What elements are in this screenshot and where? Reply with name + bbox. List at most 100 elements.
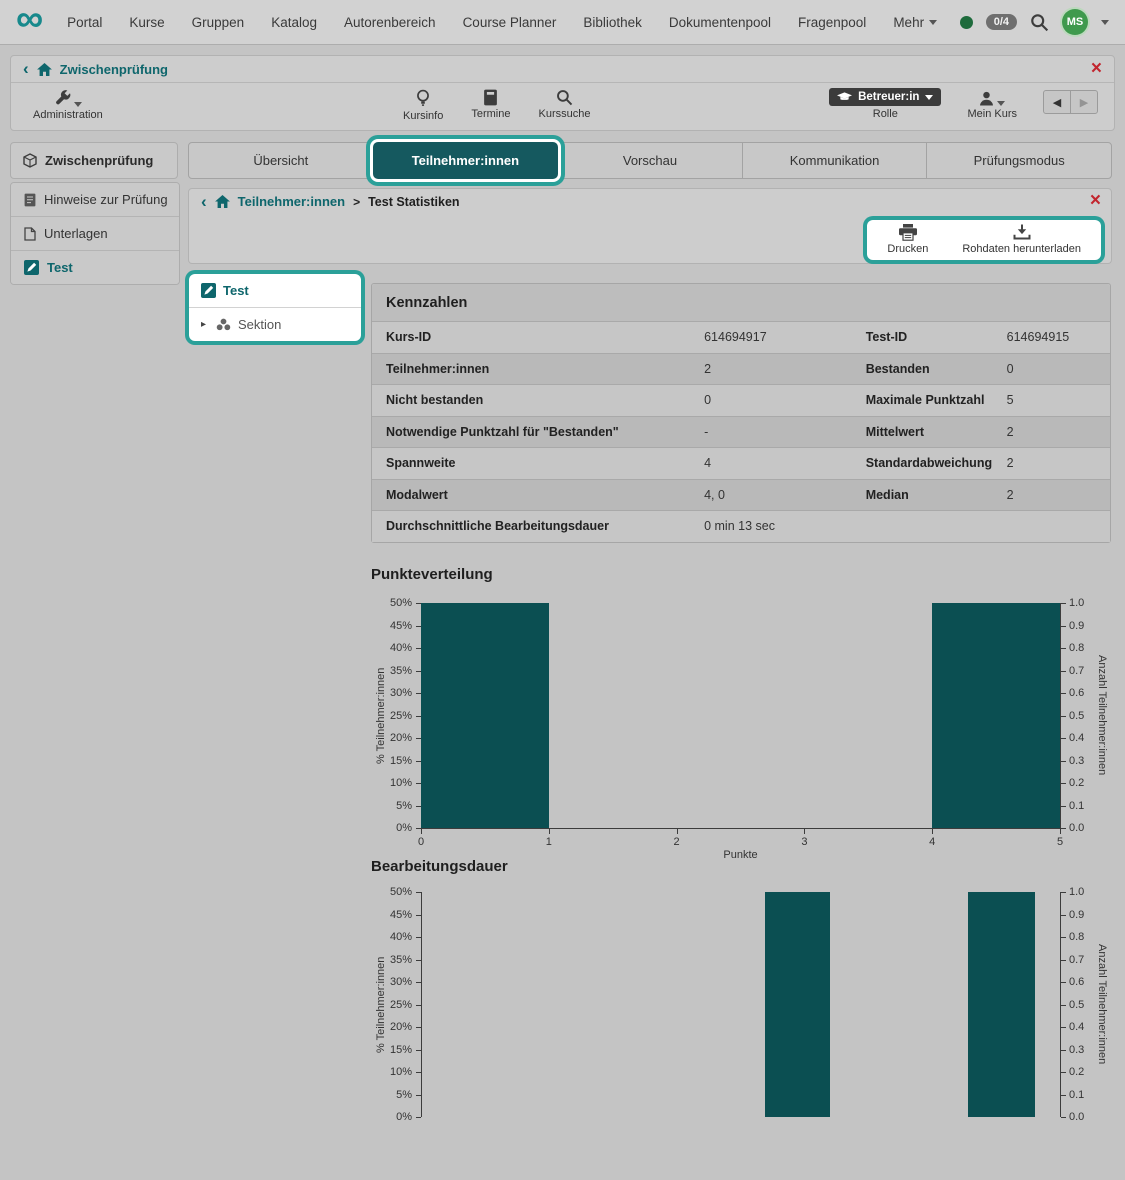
y-tick-label-right: 0.5 — [1069, 999, 1095, 1011]
tick-mark — [1061, 603, 1066, 604]
toolbar-kursinfo-button[interactable]: Kursinfo — [403, 89, 443, 122]
y-tick-label-right: 0.8 — [1069, 642, 1095, 654]
tree-item-test[interactable]: Test — [189, 274, 361, 308]
topnav-more-menu[interactable]: Mehr — [893, 15, 937, 30]
role-switcher[interactable]: Betreuer:in Rolle — [829, 88, 941, 120]
print-button[interactable]: Drucken — [887, 224, 928, 255]
y-tick-label-right: 0.6 — [1069, 976, 1095, 988]
topnav-item[interactable]: Portal — [67, 15, 102, 30]
tick-mark — [416, 1050, 421, 1051]
bearbeitungsdauer-title: Bearbeitungsdauer — [371, 858, 508, 875]
tree-item-label: Sektion — [238, 317, 281, 332]
tick-mark — [1061, 828, 1066, 829]
home-icon[interactable] — [37, 63, 52, 76]
breadcrumb-link[interactable]: Teilnehmer:innen — [238, 194, 345, 209]
kennzahl-value: 2 — [1007, 456, 1110, 470]
x-tick-label: 0 — [406, 836, 436, 848]
kennzahl-value: - — [704, 425, 852, 439]
y-tick-label-left: 45% — [371, 620, 412, 632]
chart-bar — [932, 603, 1060, 828]
tick-mark — [1060, 829, 1061, 834]
course-pager: ◀ ▶ — [1043, 90, 1098, 114]
cube-icon — [23, 153, 37, 168]
tab-teilnehmer-innen[interactable]: Teilnehmer:innen — [373, 142, 559, 179]
download-rawdata-button[interactable]: Rohdaten herunterladen — [962, 224, 1081, 255]
course-header-panel: ‹ Zwischenprüfung × Administration Kursi… — [10, 55, 1115, 131]
tick-mark — [1061, 960, 1066, 961]
topnav-item[interactable]: Katalog — [271, 15, 317, 30]
tab-vorschau[interactable]: Vorschau — [557, 142, 743, 179]
tick-mark — [416, 1072, 421, 1073]
expand-caret-icon[interactable]: ▸ — [201, 319, 209, 330]
administration-button[interactable]: Administration — [33, 89, 103, 121]
tick-mark — [1061, 738, 1066, 739]
tick-mark — [416, 960, 421, 961]
kennzahl-label: Durchschnittliche Bearbeitungsdauer — [372, 519, 704, 533]
y-tick-label-left: 35% — [371, 665, 412, 677]
y-tick-label-left: 35% — [371, 954, 412, 966]
user-avatar[interactable]: MS — [1062, 9, 1088, 35]
x-tick-label: 4 — [917, 836, 947, 848]
sidebar-item-unterlagen[interactable]: Unterlagen — [11, 216, 179, 250]
y-axis-label-right: Anzahl Teilnehmer:innen — [1094, 892, 1108, 1117]
y-tick-label-left: 40% — [371, 642, 412, 654]
my-course-label: Mein Kurs — [967, 108, 1017, 120]
kennzahlen-panel: Kennzahlen Kurs-ID614694917Test-ID614694… — [371, 283, 1111, 543]
tick-mark — [421, 829, 422, 834]
kennzahl-label: Kurs-ID — [372, 330, 704, 344]
back-chevron-icon[interactable]: ‹ — [23, 58, 29, 80]
close-course-icon[interactable]: × — [1091, 58, 1102, 80]
chevron-down-icon[interactable] — [1101, 20, 1109, 25]
statistics-breadcrumb: ‹ Teilnehmer:innen > Test Statistiken × — [188, 188, 1112, 215]
y-tick-label-left: 5% — [371, 1089, 412, 1101]
x-tick-label: 1 — [534, 836, 564, 848]
y-tick-label-right: 0.0 — [1069, 1111, 1095, 1123]
tick-mark — [1061, 626, 1066, 627]
kennzahlen-row: Modalwert4, 0Median2 — [372, 479, 1110, 511]
y-tick-label-right: 0.4 — [1069, 1021, 1095, 1033]
y-tick-label-right: 0.7 — [1069, 665, 1095, 677]
tree-item-sektion[interactable]: ▸ Sektion — [189, 308, 361, 341]
printer-icon — [898, 224, 918, 241]
tab--bersicht[interactable]: Übersicht — [188, 142, 374, 179]
tab-kommunikation[interactable]: Kommunikation — [742, 142, 928, 179]
course-menu-header[interactable]: Zwischenprüfung — [10, 142, 178, 179]
topnav-item[interactable]: Fragenpool — [798, 15, 866, 30]
topnav-item[interactable]: Autorenbereich — [344, 15, 436, 30]
toolbar-kurssuche-button[interactable]: Kurssuche — [538, 89, 590, 122]
sidebar-item-label: Test — [47, 260, 73, 275]
y-tick-label-right: 1.0 — [1069, 597, 1095, 609]
toolbar-termine-button[interactable]: Termine — [471, 89, 510, 122]
y-tick-label-right: 0.5 — [1069, 710, 1095, 722]
back-chevron-icon[interactable]: ‹ — [201, 191, 207, 213]
topnav-item[interactable]: Kurse — [129, 15, 164, 30]
y-tick-label-left: 0% — [371, 1111, 412, 1123]
my-course-button[interactable]: Mein Kurs — [967, 88, 1017, 120]
kennzahl-label: Median — [852, 488, 1007, 502]
close-statistics-icon[interactable]: × — [1090, 190, 1101, 212]
search-icon[interactable] — [1030, 13, 1049, 32]
sidebar-item-label: Hinweise zur Prüfung — [44, 192, 168, 207]
tab-pr-fungsmodus[interactable]: Prüfungsmodus — [926, 142, 1112, 179]
topnav-item[interactable]: Course Planner — [463, 15, 557, 30]
kennzahl-label: Nicht bestanden — [372, 393, 704, 407]
role-dropdown-button[interactable]: Betreuer:in — [829, 88, 941, 106]
y-tick-label-right: 0.9 — [1069, 620, 1095, 632]
course-title-link[interactable]: Zwischenprüfung — [60, 62, 168, 77]
previous-arrow-button[interactable]: ◀ — [1043, 90, 1071, 114]
chart-bar — [421, 603, 549, 828]
task-count-badge[interactable]: 0/4 — [986, 14, 1017, 30]
next-arrow-button[interactable]: ▶ — [1070, 90, 1098, 114]
tick-mark — [1061, 761, 1066, 762]
home-icon[interactable] — [215, 195, 230, 208]
file-icon — [24, 227, 36, 241]
infinity-logo-icon[interactable]: ∞ — [16, 2, 43, 36]
topnav-item[interactable]: Dokumentenpool — [669, 15, 771, 30]
topnav-item[interactable]: Bibliothek — [583, 15, 642, 30]
tick-mark — [416, 1027, 421, 1028]
sidebar-item-hinweise-zur-pr-fung[interactable]: Hinweise zur Prüfung — [11, 183, 179, 216]
topnav-item[interactable]: Gruppen — [192, 15, 245, 30]
x-tick-label: 3 — [789, 836, 819, 848]
sidebar-item-test[interactable]: Test — [11, 250, 179, 284]
y-tick-label-right: 0.8 — [1069, 931, 1095, 943]
